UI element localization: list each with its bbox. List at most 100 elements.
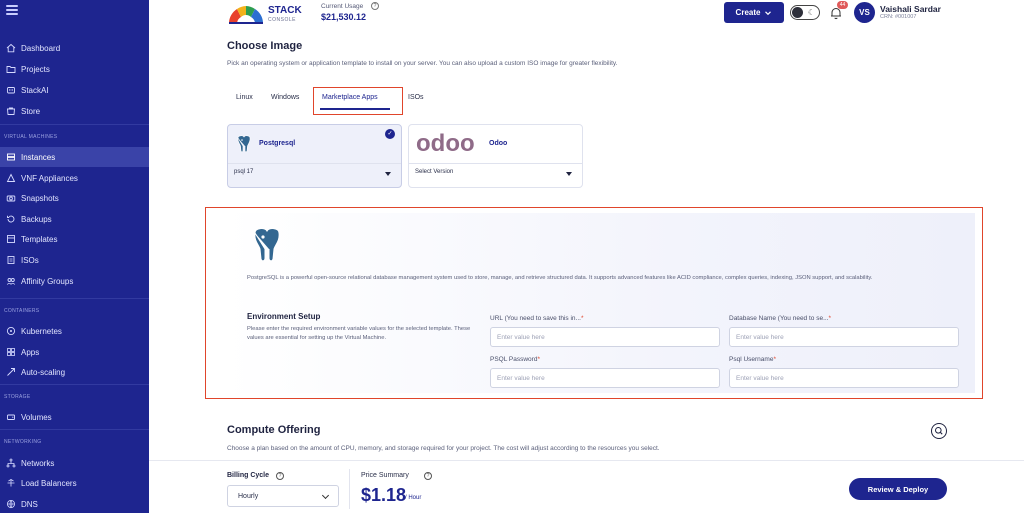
sidebar-item-label: Auto-scaling [21,367,66,377]
sidebar-item-dashboard[interactable]: Dashboard [0,38,149,58]
usage-value: $21,530.12 [321,12,367,22]
notification-badge: 44 [837,1,848,9]
sidebar-item-label: DNS [21,499,38,509]
sidebar-item-instances[interactable]: Instances [0,147,149,167]
menu-icon[interactable] [6,5,18,15]
divider [349,469,350,509]
choose-image-title: Choose Image [227,40,303,52]
sidebar-item-label: Kubernetes [21,326,62,336]
version-select-odoo[interactable]: Select Version [415,169,453,175]
check-icon: ✓ [385,129,395,139]
sidebar-item-store[interactable]: Store [0,101,149,121]
compute-offering-subtitle: Choose a plan based on the amount of CPU… [227,445,660,452]
sidebar-item-label: Templates [21,234,58,244]
sidebar-item-label: Projects [21,64,50,74]
sidebar-item-auto-scaling[interactable]: Auto-scaling [0,362,149,382]
compute-offering-title: Compute Offering [227,424,321,436]
card-divider [228,163,401,164]
sidebar-item-volumes[interactable]: Volumes [0,407,149,427]
disc-icon [6,255,16,265]
tab-windows[interactable]: Windows [271,94,299,101]
sidebar-item-kubernetes[interactable]: Kubernetes [0,321,149,341]
version-select-postgresql[interactable]: psql 17 [234,169,253,175]
store-icon [6,106,16,116]
sidebar-item-networks[interactable]: Networks [0,453,149,473]
sidebar-item-dns[interactable]: DNS [0,494,149,513]
globe-icon [6,499,16,509]
bottom-bar: Billing Cycle ? Hourly Price Summary ? $… [149,460,1024,513]
card-name-odoo: Odoo [489,140,508,147]
sidebar-item-vnf-appliances[interactable]: VNF Appliances [0,168,149,188]
choose-image-subtitle: Pick an operating system or application … [227,60,618,67]
env-setup-title: Environment Setup [247,312,321,321]
tab-linux[interactable]: Linux [236,94,253,101]
create-button[interactable]: Create [724,2,784,23]
card-divider [409,163,582,164]
sidebar-item-label: ISOs [21,255,39,265]
sidebar-item-isos[interactable]: ISOs [0,250,149,270]
sidebar-item-label: Networks [21,458,55,468]
field-label-database-name: Database Name (You need to se...* [729,315,831,322]
server-icon [6,152,16,162]
field-label-psql-password: PSQL Password* [490,356,540,363]
billing-cycle-value: Hourly [238,492,259,500]
theme-toggle[interactable]: ☾ [790,5,820,20]
folder-icon [6,64,16,74]
chevron-down-icon [765,10,772,15]
postgresql-elephant-icon [254,228,280,262]
review-deploy-button[interactable]: Review & Deploy [849,478,947,500]
field-label-text: PSQL Password [490,356,538,363]
sidebar-item-templates[interactable]: Templates [0,229,149,249]
sidebar-item-projects[interactable]: Projects [0,59,149,79]
tab-isos[interactable]: ISOs [408,94,424,101]
sidebar-item-backups[interactable]: Backups [0,209,149,229]
appliance-icon [6,173,16,183]
info-icon[interactable]: ? [371,2,379,10]
kubernetes-icon [6,326,16,336]
database-name-input[interactable] [729,327,959,347]
search-button[interactable] [931,423,947,439]
required-mark: * [580,315,584,322]
field-label-text: Database Name (You need to se... [729,315,829,322]
url-input[interactable] [490,327,720,347]
sidebar-item-stackai[interactable]: StackAI [0,80,149,100]
info-icon[interactable]: ? [424,472,432,480]
psql-username-input[interactable] [729,368,959,388]
app-detail-panel: PostgreSQL is a powerful open-source rel… [205,207,983,399]
billing-cycle-label: Billing Cycle [227,472,270,479]
network-icon [6,458,16,468]
sun-icon [792,7,803,18]
template-icon [6,234,16,244]
price-unit: / Hour [405,495,422,501]
required-mark: * [773,356,776,363]
sidebar-item-snapshots[interactable]: Snapshots [0,188,149,208]
scaling-icon [6,367,16,377]
moon-icon: ☾ [807,8,815,17]
camera-icon [6,193,16,203]
billing-cycle-select[interactable]: Hourly [227,485,339,507]
top-bar: STACK CONSOLE Current Usage ? $21,530.12… [149,0,1024,28]
section-virtual-machines: VIRTUAL MACHINES [4,134,58,140]
sidebar-item-label: Load Balancers [21,478,77,488]
sidebar-item-load-balancers[interactable]: Load Balancers [0,473,149,493]
sidebar-item-affinity-groups[interactable]: Affinity Groups [0,271,149,291]
sidebar-item-apps[interactable]: Apps [0,342,149,362]
home-icon [6,43,16,53]
field-label-url: URL (You need to save this in...* [490,315,583,322]
apps-icon [6,347,16,357]
app-card-postgresql[interactable]: Postgresql ✓ psql 17 [227,124,402,188]
tab-highlight [313,87,403,115]
avatar[interactable]: VS [854,2,875,23]
info-icon[interactable]: ? [276,472,284,480]
sidebar-item-label: Affinity Groups [21,276,74,286]
app-detail-inner: PostgreSQL is a powerful open-source rel… [225,213,975,393]
create-label: Create [735,8,761,17]
sidebar-item-label: Snapshots [21,193,59,203]
app-card-odoo[interactable]: odoo Odoo Select Version [408,124,583,188]
section-containers: CONTAINERS [4,308,40,314]
caret-down-icon [385,172,391,176]
sidebar-item-label: Dashboard [21,43,61,53]
psql-password-input[interactable] [490,368,720,388]
field-label-psql-username: Psql Username* [729,356,776,363]
logo-text: STACK [268,5,302,16]
